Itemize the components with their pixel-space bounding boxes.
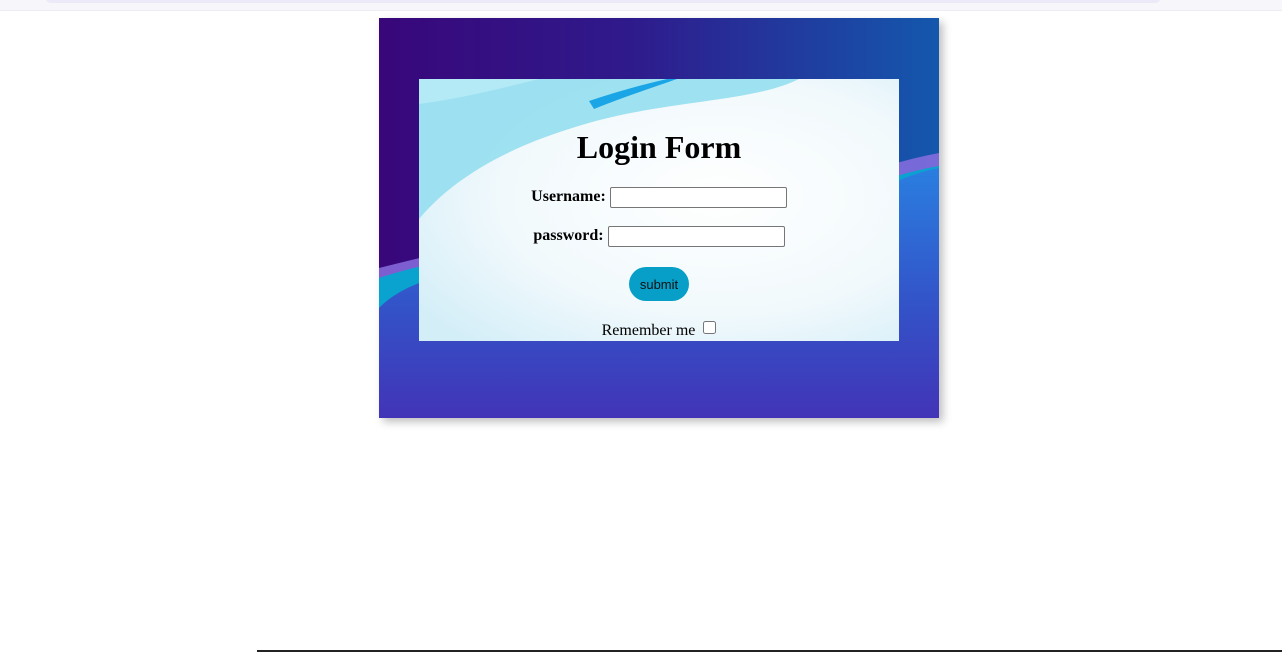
password-row: password: [419, 226, 899, 247]
remember-label: Remember me [601, 322, 696, 339]
username-label: Username: [531, 188, 606, 206]
password-label: password: [533, 227, 604, 245]
card-background [419, 79, 899, 341]
remember-checkbox[interactable] [703, 321, 717, 334]
login-panel-background: Login Form Username: password: submit Re… [379, 18, 939, 418]
browser-top-bar [0, 0, 1282, 11]
password-input[interactable] [607, 226, 785, 247]
browser-address-strip [46, 0, 1160, 3]
form-title: Login Form [576, 129, 742, 165]
username-row: Username: [419, 187, 899, 208]
username-input[interactable] [609, 187, 787, 208]
login-form-card: Login Form Username: password: submit Re… [419, 79, 899, 341]
remember-row: Remember me [419, 321, 899, 340]
submit-button[interactable]: submit [629, 267, 689, 301]
